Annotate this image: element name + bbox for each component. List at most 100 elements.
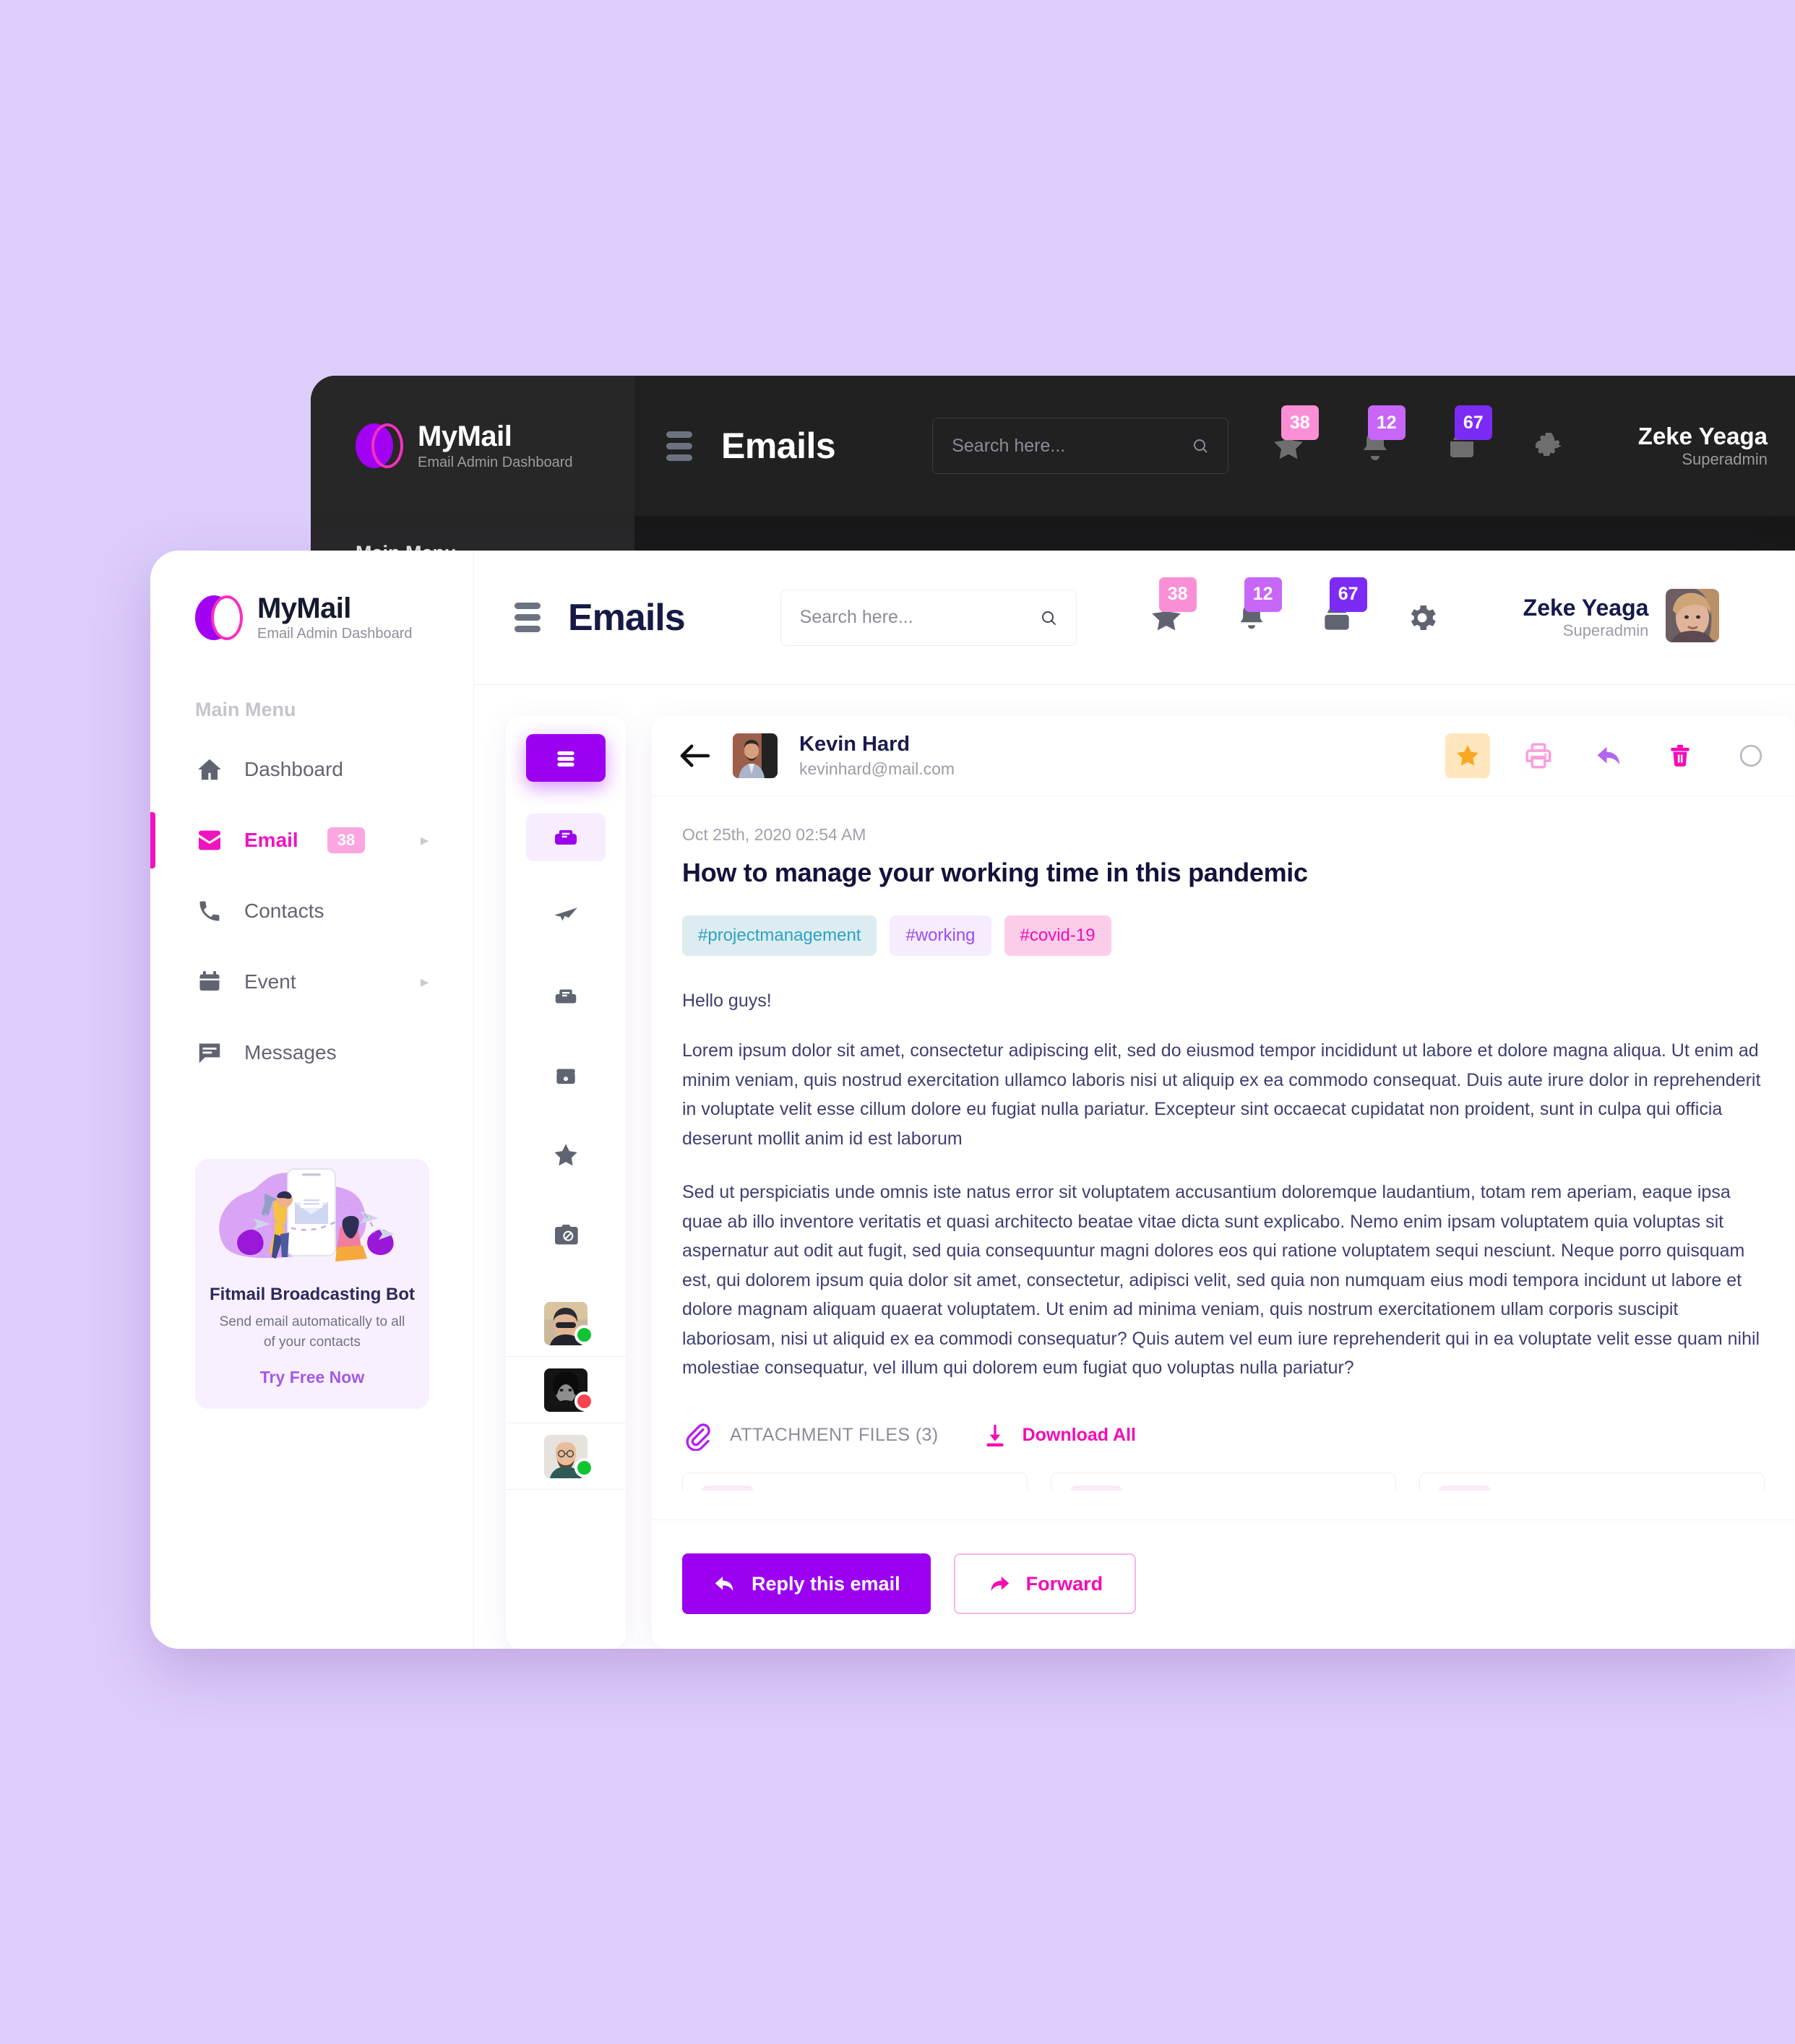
status-dot-online	[574, 1325, 594, 1345]
search-input[interactable]	[780, 589, 1077, 646]
content-area: Emails 38 12 67	[474, 551, 1795, 1649]
rail-menu-button[interactable]	[526, 734, 606, 782]
star-email-button[interactable]	[1445, 733, 1490, 778]
trash-icon	[1671, 744, 1689, 767]
notifications-button[interactable]: 12	[1230, 577, 1282, 639]
rail-sent-button[interactable]	[526, 893, 606, 941]
download-all[interactable]: Download All	[981, 1421, 1136, 1450]
starred-button[interactable]: 38	[1145, 577, 1197, 639]
sidebar-item-label: Dashboard	[244, 758, 343, 780]
mymail-logo-icon	[356, 423, 403, 468]
arrow-left-icon	[680, 744, 710, 767]
user-avatar-image	[1666, 589, 1720, 642]
search-icon	[1194, 439, 1208, 453]
gear-icon	[1411, 605, 1436, 630]
dark-header: Emails 38 12 67	[634, 376, 1795, 516]
hamburger-icon[interactable]	[515, 603, 541, 632]
dark-starred-button[interactable]: 38	[1267, 405, 1319, 467]
film-icon	[1439, 1485, 1491, 1491]
rail-spam-button[interactable]	[526, 1211, 606, 1259]
reply-email-icon-button[interactable]	[1587, 733, 1632, 778]
attachment-card[interactable]: VIDEO_00345.mp4 531 MB	[1419, 1472, 1765, 1491]
sidebar-email-badge: 38	[327, 827, 366, 853]
promo-title: Fitmail Broadcasting Bot	[209, 1285, 416, 1304]
email-actions	[1445, 733, 1773, 778]
header-action-icons: 38 12 67	[1145, 577, 1444, 639]
document-icon	[702, 1485, 754, 1491]
avatar[interactable]	[1666, 589, 1720, 646]
sidebar: MyMail Email Admin Dashboard Main Menu D…	[150, 551, 474, 1649]
promo-cta-button[interactable]: Try Free Now	[195, 1368, 429, 1387]
dark-notifications-button[interactable]: 12	[1353, 405, 1406, 467]
back-button[interactable]	[678, 739, 711, 772]
spam-icon	[555, 1225, 578, 1245]
tag-projectmanagement[interactable]: #projectmanagement	[682, 915, 877, 956]
rail-archive-button[interactable]	[526, 1052, 606, 1100]
rail-contact-3[interactable]	[506, 1423, 626, 1490]
brand-name: MyMail	[257, 592, 351, 624]
reply-icon	[1597, 746, 1619, 764]
dark-brand: MyMail Email Admin Dashboard	[356, 421, 634, 471]
email-paragraph-2: Sed ut perspiciatis unde omnis iste natu…	[682, 1182, 1760, 1378]
attachment-card[interactable]: Voice_REC_00012.mp3 163 MB	[1051, 1472, 1396, 1491]
gear-icon	[1535, 433, 1562, 456]
sidebar-item-email[interactable]: Email 38 ▸	[150, 812, 473, 868]
user-profile[interactable]: Zeke Yeaga Superadmin	[1523, 589, 1720, 646]
attachment-list: Presentation_slide.ppt 456 KB Voice_REC_…	[682, 1472, 1765, 1491]
email-content: Oct 25th, 2020 02:54 AM How to manage yo…	[652, 796, 1795, 1491]
dark-user-profile[interactable]: Zeke Yeaga Superadmin	[1638, 423, 1768, 469]
download-icon	[986, 1424, 1004, 1446]
delete-email-button[interactable]	[1658, 733, 1703, 778]
forward-button[interactable]: Forward	[953, 1553, 1137, 1614]
promo-card[interactable]: Fitmail Broadcasting Bot Send email auto…	[195, 1159, 429, 1410]
main-window: MyMail Email Admin Dashboard Main Menu D…	[150, 551, 1795, 1649]
search-field[interactable]	[799, 607, 1033, 628]
dark-inbox-button[interactable]: 67	[1440, 405, 1492, 467]
inbox-button[interactable]: 67	[1315, 577, 1367, 639]
email-subject: How to manage your working time in this …	[682, 858, 1308, 887]
dark-search-field[interactable]	[952, 435, 1185, 457]
sender-email: kevinhard@mail.com	[799, 759, 955, 778]
mailbox-rail	[506, 715, 626, 1649]
sidebar-item-dashboard[interactable]: Dashboard	[150, 747, 473, 792]
email-paragraph-1: Lorem ipsum dolor sit amet, consectetur …	[682, 1040, 1761, 1149]
star-icon	[1457, 744, 1478, 766]
user-role: Superadmin	[1562, 621, 1649, 639]
email-detail-panel: Kevin Hard kevinhard@mail.com Oct 25th, …	[652, 715, 1795, 1649]
settings-button[interactable]	[1400, 596, 1444, 639]
rail-contact-1[interactable]	[506, 1290, 626, 1357]
dark-settings-button[interactable]	[1527, 424, 1570, 467]
rail-starred-button[interactable]	[526, 1131, 606, 1179]
brand[interactable]: MyMail Email Admin Dashboard	[150, 592, 473, 642]
more-icon	[1739, 744, 1762, 767]
workspace: Kevin Hard kevinhard@mail.com Oct 25th, …	[474, 685, 1795, 1649]
dark-search-input[interactable]	[932, 418, 1229, 474]
attachments-label: ATTACHMENT FILES (3)	[730, 1425, 939, 1445]
tag-covid[interactable]: #covid-19	[1004, 915, 1111, 956]
sidebar-item-contacts[interactable]: Contacts	[150, 889, 473, 933]
attachment-card[interactable]: Presentation_slide.ppt 456 KB	[682, 1472, 1028, 1491]
download-all-label[interactable]: Download All	[1023, 1425, 1136, 1446]
status-dot-online	[574, 1458, 594, 1478]
calendar-icon	[195, 967, 224, 996]
email-greeting: Hello guys!	[682, 991, 772, 1011]
broadcast-illustration-icon	[219, 1168, 395, 1262]
dark-user-role: Superadmin	[1682, 450, 1768, 468]
rail-drafts-button[interactable]	[526, 973, 606, 1020]
hamburger-icon[interactable]	[666, 431, 692, 461]
reply-button[interactable]: Reply this email	[682, 1553, 931, 1614]
tag-working[interactable]: #working	[890, 915, 991, 956]
top-header: Emails 38 12 67	[474, 551, 1795, 685]
search-icon[interactable]	[1040, 605, 1057, 631]
menu-lines-icon	[557, 751, 574, 767]
print-email-button[interactable]	[1516, 733, 1561, 778]
promo-description: Send email automatically to all of your …	[219, 1314, 405, 1350]
more-options-button[interactable]	[1729, 733, 1773, 778]
sidebar-item-label: Email	[244, 829, 298, 851]
sidebar-item-messages[interactable]: Messages	[150, 1030, 473, 1075]
sidebar-item-event[interactable]: Event ▸	[150, 960, 473, 1004]
attachments-header: ATTACHMENT FILES (3) Download All	[682, 1420, 1765, 1451]
rail-inbox-button[interactable]	[526, 814, 606, 861]
rail-contact-2[interactable]	[506, 1357, 626, 1423]
forward-icon	[991, 1577, 1009, 1591]
